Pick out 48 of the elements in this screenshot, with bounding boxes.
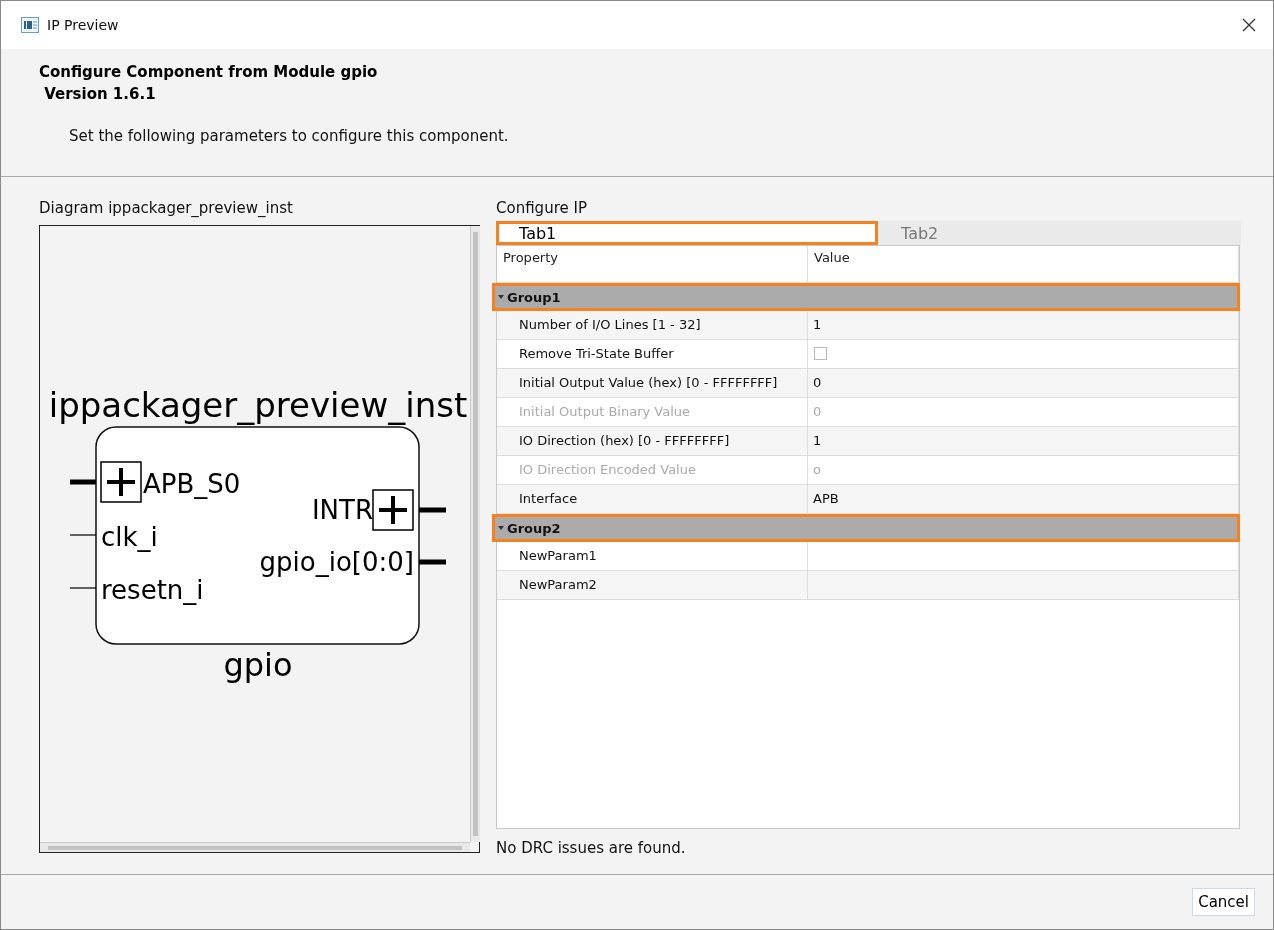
port-label: INTR xyxy=(311,495,373,525)
vertical-scrollbar[interactable] xyxy=(470,226,480,842)
property-cell: IO Direction Encoded Value xyxy=(497,456,808,484)
port-line xyxy=(69,534,97,536)
port-line xyxy=(419,559,446,565)
tab[interactable]: Tab2 xyxy=(878,221,954,245)
column-header: Property xyxy=(497,246,808,282)
module-name: gpio xyxy=(223,646,293,684)
group-label: Group1 xyxy=(507,289,561,305)
port-line xyxy=(419,507,446,513)
property-cell: Initial Output Value (hex) [0 - FFFFFFFF] xyxy=(497,369,808,397)
value-cell[interactable]: 1 xyxy=(808,311,1239,339)
property-cell: Number of I/O Lines [1 - 32] xyxy=(497,311,808,339)
window-title: IP Preview xyxy=(47,17,120,33)
group-row[interactable]: Group1 xyxy=(492,283,1240,311)
bus-port-icon xyxy=(372,489,414,531)
group-row[interactable]: Group2 xyxy=(492,514,1240,542)
horizontal-scrollbar[interactable] xyxy=(40,842,470,852)
diagram-label: Diagram ippackager_preview_inst xyxy=(39,198,294,219)
value-cell[interactable]: 1 xyxy=(808,427,1239,455)
bus-port-icon xyxy=(100,461,142,503)
checkbox[interactable] xyxy=(814,347,827,360)
configure-label: Configure IP xyxy=(496,198,588,219)
property-cell: Interface xyxy=(497,485,808,513)
group-label: Group2 xyxy=(507,520,561,536)
instance-name: ippackager_preview_inst xyxy=(48,385,468,425)
column-header: Value xyxy=(808,246,1239,282)
port-label: clk_i xyxy=(101,522,158,552)
close-icon xyxy=(1241,17,1257,33)
port-line xyxy=(70,479,96,485)
version-text: Version 1.6.1 xyxy=(43,84,157,105)
status-text: No DRC issues are found. xyxy=(496,839,687,857)
port-label: gpio_io[0:0] xyxy=(259,547,414,577)
port-label: resetn_i xyxy=(101,575,204,605)
property-cell: NewParam2 xyxy=(497,571,808,599)
value-cell[interactable]: 0 xyxy=(808,369,1239,397)
port-line xyxy=(69,587,97,589)
value-cell[interactable]: APB xyxy=(808,485,1239,513)
property-cell: Remove Tri-State Buffer xyxy=(497,340,808,368)
property-cell: Initial Output Binary Value xyxy=(497,398,808,426)
property-cell: IO Direction (hex) [0 - FFFFFFFF] xyxy=(497,427,808,455)
instruction-text: Set the following parameters to configure this component. xyxy=(69,127,510,145)
cancel-button[interactable]: Cancel xyxy=(1192,888,1255,916)
app-icon xyxy=(21,17,39,33)
port-label: APB_S0 xyxy=(143,469,241,499)
dialog-title: Configure Component from Module gpio xyxy=(39,62,379,83)
tab[interactable]: Tab1 xyxy=(496,221,878,245)
property-cell: NewParam1 xyxy=(497,542,808,570)
